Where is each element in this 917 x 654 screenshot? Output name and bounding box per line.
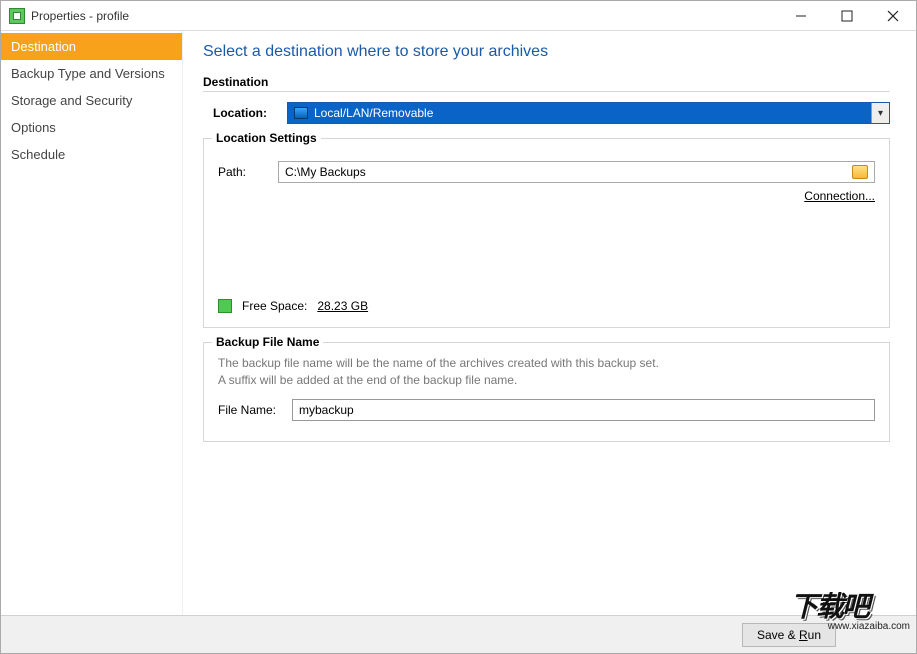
location-settings-legend: Location Settings (212, 131, 321, 145)
location-label: Location: (213, 106, 287, 120)
backup-file-hint: The backup file name will be the name of… (218, 355, 875, 389)
file-name-row: File Name: (218, 399, 875, 421)
page-heading: Select a destination where to store your… (203, 43, 890, 61)
chevron-down-icon[interactable]: ▾ (871, 103, 889, 123)
path-value: C:\My Backups (285, 165, 366, 179)
sidebar-item-label: Options (11, 120, 56, 135)
connection-row: Connection... (218, 189, 875, 203)
divider (203, 91, 890, 92)
folder-browse-icon[interactable] (852, 165, 868, 179)
minimize-icon (795, 10, 807, 22)
sidebar-item-label: Backup Type and Versions (11, 66, 165, 81)
free-space-label: Free Space: (242, 299, 307, 313)
path-label: Path: (218, 165, 278, 179)
maximize-icon (841, 10, 853, 22)
location-row: Location: Local/LAN/Removable ▾ (203, 102, 890, 124)
close-button[interactable] (870, 1, 916, 30)
free-space-icon (218, 299, 232, 313)
sidebar-item-options[interactable]: Options (1, 114, 182, 141)
hint-line-2: A suffix will be added at the end of the… (218, 372, 875, 389)
path-row: Path: C:\My Backups (218, 161, 875, 183)
window-controls (778, 1, 916, 30)
free-space-row: Free Space: 28.23 GB (218, 299, 875, 313)
backup-file-name-legend: Backup File Name (212, 335, 323, 349)
sidebar-item-backup-type[interactable]: Backup Type and Versions (1, 60, 182, 87)
sidebar-item-destination[interactable]: Destination (1, 33, 182, 60)
file-name-input[interactable] (292, 399, 875, 421)
sidebar-item-schedule[interactable]: Schedule (1, 141, 182, 168)
connection-link[interactable]: Connection... (804, 189, 875, 203)
destination-section-label: Destination (203, 75, 890, 89)
location-dropdown[interactable]: Local/LAN/Removable ▾ (287, 102, 890, 124)
title-bar: Properties - profile (1, 1, 916, 31)
sidebar: Destination Backup Type and Versions Sto… (1, 31, 183, 615)
sidebar-item-label: Schedule (11, 147, 65, 162)
save-run-label: Save & Run (757, 628, 821, 642)
close-icon (887, 10, 899, 22)
location-dropdown-value: Local/LAN/Removable (288, 103, 871, 123)
app-icon (9, 8, 25, 24)
free-space-value[interactable]: 28.23 GB (317, 299, 368, 313)
maximize-button[interactable] (824, 1, 870, 30)
sidebar-item-label: Destination (11, 39, 76, 54)
sidebar-item-label: Storage and Security (11, 93, 132, 108)
location-settings-group: Location Settings Path: C:\My Backups Co… (203, 138, 890, 328)
content-area: Destination Backup Type and Versions Sto… (1, 31, 916, 615)
main-panel: Select a destination where to store your… (183, 31, 916, 615)
location-value-text: Local/LAN/Removable (314, 106, 433, 120)
hint-line-1: The backup file name will be the name of… (218, 355, 875, 372)
monitor-icon (294, 107, 308, 119)
minimize-button[interactable] (778, 1, 824, 30)
footer-bar: Save & Run (1, 615, 916, 653)
window-title: Properties - profile (31, 9, 129, 23)
save-run-button[interactable]: Save & Run (742, 623, 836, 647)
sidebar-item-storage-security[interactable]: Storage and Security (1, 87, 182, 114)
backup-file-name-group: Backup File Name The backup file name wi… (203, 342, 890, 442)
path-input[interactable]: C:\My Backups (278, 161, 875, 183)
file-name-label: File Name: (218, 403, 292, 417)
